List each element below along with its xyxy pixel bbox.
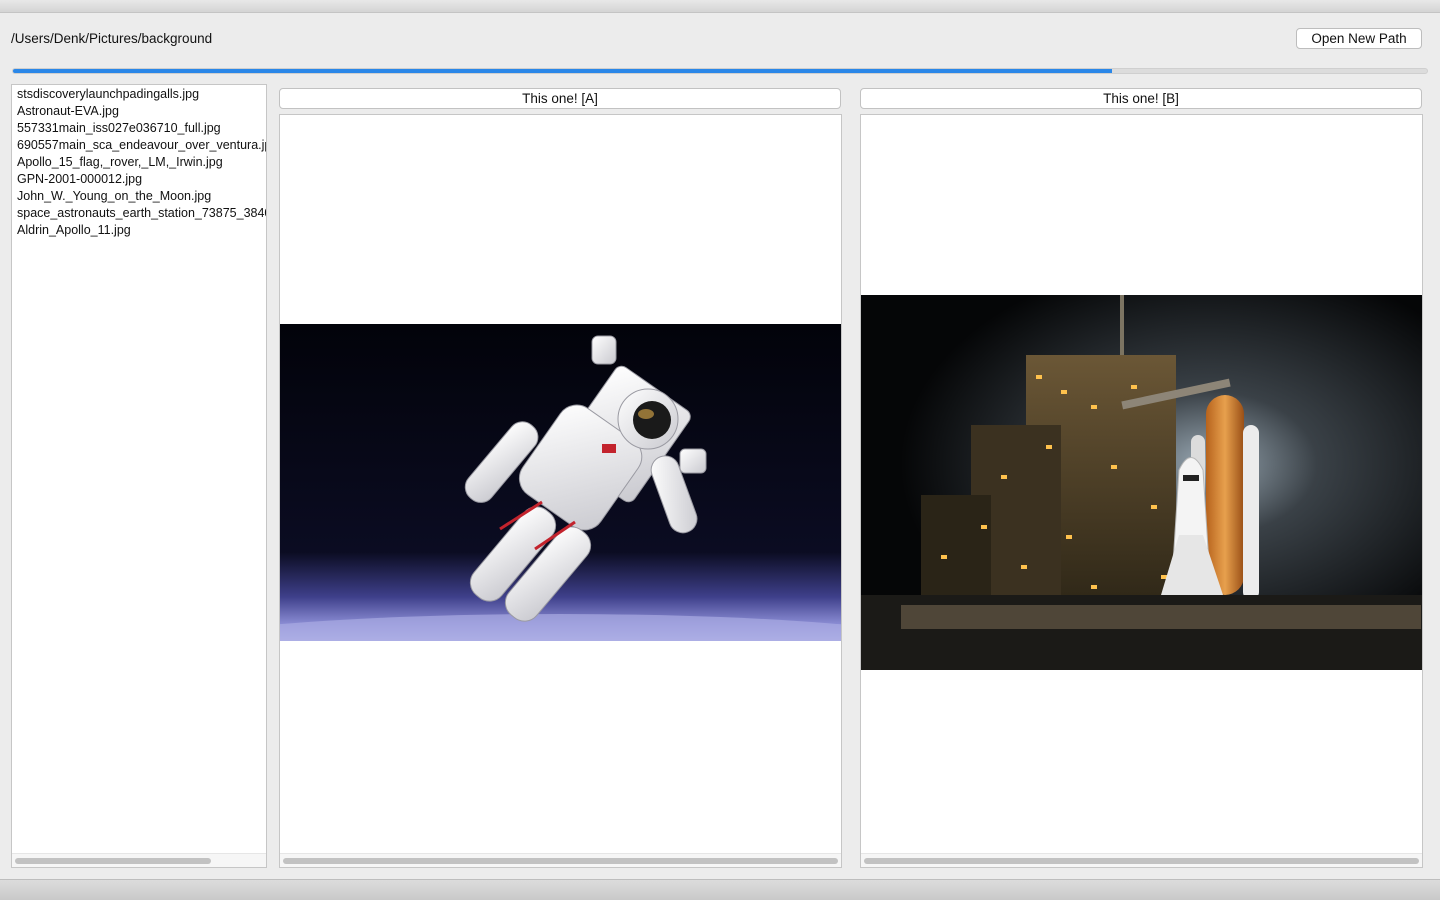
pane-a-horizontal-scrollbar[interactable] [280,853,841,867]
file-list-item[interactable]: Aldrin_Apollo_11.jpg [17,222,266,239]
file-list-item[interactable]: 690557main_sca_endeavour_over_ventura.jp… [17,137,266,154]
choose-b-button[interactable]: This one! [B] [860,88,1422,109]
image-pane-b [860,114,1423,868]
window-titlebar [0,0,1440,13]
file-list[interactable]: stsdiscoverylaunchpadingalls.jpg Astronau… [11,84,267,868]
scrollbar-thumb[interactable] [15,858,211,864]
choose-a-button[interactable]: This one! [A] [279,88,841,109]
scrollbar-thumb[interactable] [864,858,1419,864]
window-bottom-bar [0,879,1440,900]
file-list-items: stsdiscoverylaunchpadingalls.jpg Astronau… [12,85,266,239]
file-list-item[interactable]: space_astronauts_earth_station_73875_384… [17,205,266,222]
file-list-item[interactable]: Astronaut-EVA.jpg [17,103,266,120]
image-pane-a [279,114,842,868]
pane-b-horizontal-scrollbar[interactable] [861,853,1422,867]
file-list-item[interactable]: 557331main_iss027e036710_full.jpg [17,120,266,137]
file-list-item[interactable]: Apollo_15_flag,_rover,_LM,_Irwin.jpg [17,154,266,171]
open-new-path-button[interactable]: Open New Path [1296,28,1422,49]
progress-bar [12,68,1428,74]
shuttle-launchpad-photo [861,295,1422,670]
progress-bar-fill [13,69,1112,73]
astronaut-eva-photo [280,324,841,641]
file-list-horizontal-scrollbar[interactable] [12,853,266,867]
file-list-item[interactable]: GPN-2001-000012.jpg [17,171,266,188]
scrollbar-thumb[interactable] [283,858,838,864]
current-path-label: /Users/Denk/Pictures/background [11,31,213,46]
file-list-item[interactable]: stsdiscoverylaunchpadingalls.jpg [17,86,266,103]
file-list-item[interactable]: John_W._Young_on_the_Moon.jpg [17,188,266,205]
